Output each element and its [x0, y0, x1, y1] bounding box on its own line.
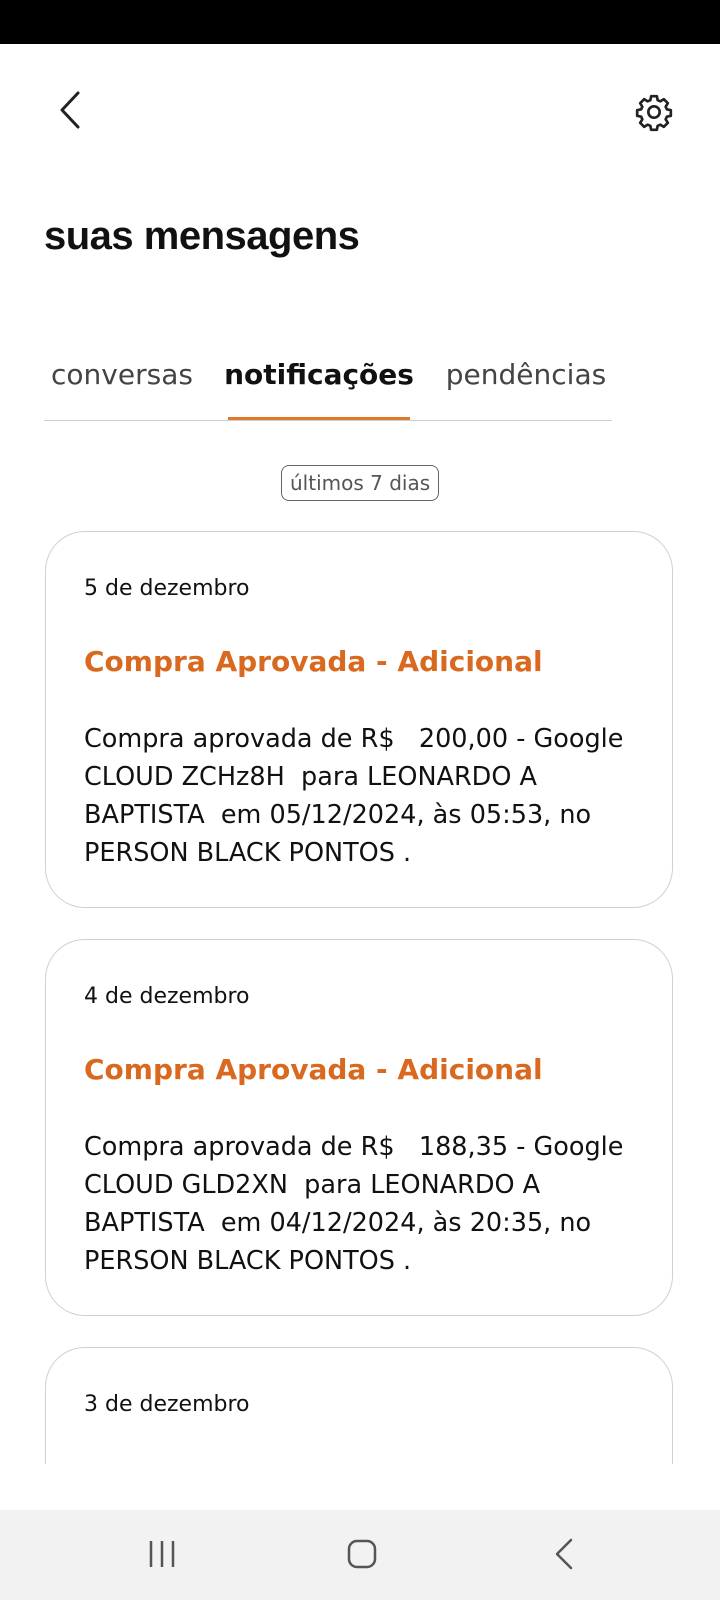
gear-icon: [635, 94, 673, 132]
notification-body: Compra aprovada de R$ 188,35 - Google CL…: [84, 1132, 632, 1276]
status-bar: [0, 0, 720, 44]
notification-date: 3 de dezembro: [84, 1392, 250, 1417]
tab-bar: conversas notificações pendências: [44, 330, 612, 421]
notification-body: Compra aprovada de R$ 200,00 - Google CL…: [84, 724, 632, 868]
tab-notificacoes[interactable]: notificações: [224, 330, 414, 420]
notification-title: Compra Aprovada - Adicional: [84, 1053, 543, 1086]
notification-card[interactable]: 4 de dezembro Compra Aprovada - Adiciona…: [45, 939, 673, 1316]
chevron-left-icon: [60, 91, 80, 129]
tab-pendencias[interactable]: pendências: [440, 330, 612, 418]
date-filter-chip[interactable]: últimos 7 dias: [281, 465, 440, 501]
settings-button[interactable]: [628, 86, 680, 138]
notification-title: Compra Aprovada - Adicional: [84, 645, 543, 678]
notification-date: 4 de dezembro: [84, 984, 250, 1009]
system-back-button[interactable]: [534, 1524, 594, 1584]
notification-card[interactable]: 5 de dezembro Compra Aprovada - Adiciona…: [45, 531, 673, 908]
notification-card[interactable]: 3 de dezembro: [45, 1347, 673, 1464]
recent-apps-button[interactable]: [132, 1524, 192, 1584]
recent-apps-icon: [149, 1541, 175, 1567]
back-button[interactable]: [44, 84, 96, 136]
tab-conversas[interactable]: conversas: [44, 330, 200, 418]
page-title: suas mensagens: [44, 214, 360, 258]
home-button[interactable]: [332, 1524, 392, 1584]
notification-date: 5 de dezembro: [84, 576, 250, 601]
notification-list: 5 de dezembro Compra Aprovada - Adiciona…: [0, 528, 720, 1464]
back-icon: [555, 1538, 573, 1570]
home-icon: [347, 1539, 377, 1569]
system-navigation-bar: [0, 1510, 720, 1600]
